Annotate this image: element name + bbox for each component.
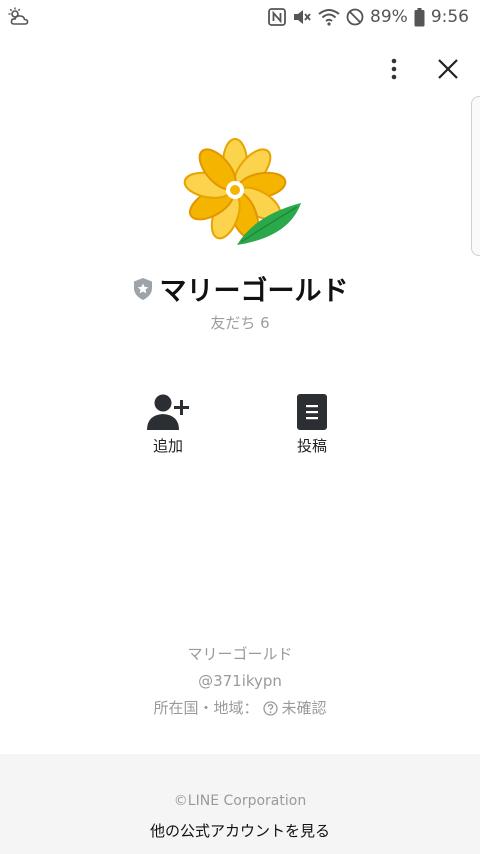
- region-label: 所在国・地域：: [153, 699, 259, 717]
- status-icons: 89% 9:56: [268, 6, 469, 28]
- nfc-icon: [268, 8, 286, 26]
- copyright: ©LINE Corporation: [173, 793, 307, 809]
- wifi-icon: [318, 9, 340, 26]
- weather-cloud-icon: [8, 7, 30, 27]
- profile-avatar[interactable]: [177, 133, 305, 261]
- more-vertical-icon: [391, 58, 397, 80]
- region-value: 未確認: [281, 699, 327, 717]
- account-name-row: マリーゴールド: [0, 270, 480, 314]
- posts-label: 投稿: [296, 437, 327, 455]
- info-account-name: マリーゴールド: [187, 645, 293, 663]
- add-friend-label: 追加: [152, 437, 183, 455]
- other-official-accounts-link[interactable]: 他の公式アカウントを見る: [100, 820, 380, 842]
- status-time: 9:56: [430, 7, 469, 27]
- add-friend-button[interactable]: 追加: [128, 392, 208, 466]
- help-icon[interactable]: [262, 700, 278, 716]
- add-friend-icon: [147, 394, 189, 430]
- close-button[interactable]: [430, 52, 466, 86]
- posts-button[interactable]: 投稿: [272, 392, 352, 466]
- footer: ©LINE Corporation 他の公式アカウントを見る: [0, 754, 480, 854]
- account-name: マリーゴールド: [159, 276, 349, 307]
- battery-percent: 89%: [370, 7, 408, 27]
- friends-count: 友だち 6: [210, 314, 270, 332]
- certified-shield-icon: [133, 278, 152, 300]
- battery-icon: [414, 7, 425, 26]
- close-icon: [438, 59, 458, 79]
- status-bar: 89% 9:56: [0, 0, 480, 34]
- edge-panel-handle[interactable]: [471, 96, 480, 256]
- info-account-id: @371ikypn: [198, 672, 282, 690]
- marigold-logo-icon: [183, 138, 301, 245]
- info-region: 所在国・地域： 未確認: [0, 698, 480, 718]
- mute-icon: [294, 10, 311, 24]
- do-not-disturb-icon: [346, 8, 364, 26]
- more-options-button[interactable]: [380, 52, 408, 86]
- posts-document-icon: [297, 394, 327, 430]
